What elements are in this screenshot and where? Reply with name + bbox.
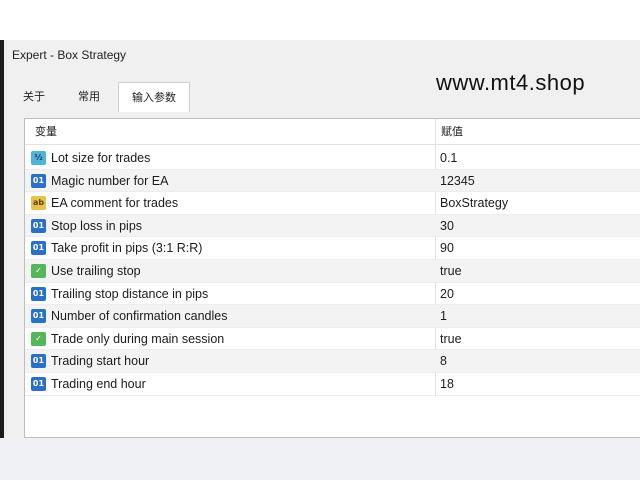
table-row[interactable]: ✓ Trade only during main session true	[25, 328, 640, 351]
column-header-variable[interactable]: 变量	[35, 119, 57, 145]
integer-type-icon: 01	[31, 218, 46, 233]
table-row[interactable]: 01 Number of confirmation candles 1	[25, 305, 640, 328]
table-row[interactable]: ½ Lot size for trades 0.1	[25, 147, 640, 170]
column-header-value[interactable]: 赋值	[441, 119, 463, 145]
expert-properties-dialog: Expert - Box Strategy www.mt4.shop 关于 常用…	[4, 40, 640, 438]
table-row[interactable]: 01 Take profit in pips (3:1 R:R) 90	[25, 237, 640, 260]
integer-type-icon: 01	[31, 354, 46, 369]
double-type-icon: ½	[31, 151, 46, 165]
parameter-name: Trailing stop distance in pips	[51, 286, 209, 301]
table-row[interactable]: 01 Trailing stop distance in pips 20	[25, 283, 640, 306]
parameter-value[interactable]: 30	[440, 215, 454, 237]
parameter-name: Use trailing stop	[51, 263, 141, 278]
string-type-icon: ab	[31, 196, 46, 211]
boolean-type-icon: ✓	[31, 263, 46, 278]
parameter-name: Take profit in pips (3:1 R:R)	[51, 241, 203, 256]
parameter-name: Trading start hour	[51, 354, 150, 369]
parameter-name: Magic number for EA	[51, 173, 169, 188]
dialog-bottom-area	[0, 438, 640, 480]
parameter-value[interactable]: true	[440, 328, 462, 350]
integer-type-icon: 01	[31, 241, 46, 256]
parameter-value[interactable]: 20	[440, 283, 454, 305]
parameter-name: Number of confirmation candles	[51, 309, 228, 324]
parameter-value[interactable]: true	[440, 260, 462, 282]
parameter-value[interactable]: 90	[440, 237, 454, 259]
parameter-name: Trade only during main session	[51, 331, 225, 346]
table-row[interactable]: ab EA comment for trades BoxStrategy	[25, 192, 640, 215]
integer-type-icon: 01	[31, 286, 46, 301]
parameter-name: Trading end hour	[51, 376, 146, 391]
parameter-name: Stop loss in pips	[51, 218, 143, 233]
inputs-table: 变量 赋值 ½ Lot size for trades 0.1 01 Magic…	[24, 118, 640, 438]
watermark-text: www.mt4.shop	[436, 70, 586, 95]
parameter-value[interactable]: BoxStrategy	[440, 192, 508, 214]
parameter-value[interactable]: 1	[440, 305, 447, 327]
table-row[interactable]: ✓ Use trailing stop true	[25, 259, 640, 283]
parameter-value[interactable]: 8	[440, 350, 447, 372]
table-row[interactable]: 01 Trading end hour 18	[25, 373, 640, 396]
parameter-value[interactable]: 0.1	[440, 147, 457, 169]
tab-inputs[interactable]: 输入参数	[118, 82, 190, 112]
table-row[interactable]: 01 Stop loss in pips 30	[25, 214, 640, 238]
tab-common[interactable]: 常用	[62, 84, 116, 110]
table-rows: ½ Lot size for trades 0.1 01 Magic numbe…	[25, 147, 640, 396]
parameter-value[interactable]: 12345	[440, 170, 475, 192]
boolean-type-icon: ✓	[31, 331, 46, 346]
integer-type-icon: 01	[31, 376, 46, 391]
table-row[interactable]: 01 Magic number for EA 12345	[25, 169, 640, 193]
table-header: 变量 赋值	[25, 119, 640, 145]
parameter-name: EA comment for trades	[51, 196, 179, 211]
table-row[interactable]: 01 Trading start hour 8	[25, 350, 640, 373]
parameter-name: Lot size for trades	[51, 151, 151, 165]
parameter-value[interactable]: 18	[440, 373, 454, 395]
integer-type-icon: 01	[31, 173, 46, 188]
tab-about[interactable]: 关于	[12, 84, 56, 110]
integer-type-icon: 01	[31, 309, 46, 324]
window-title: Expert - Box Strategy	[12, 48, 127, 62]
